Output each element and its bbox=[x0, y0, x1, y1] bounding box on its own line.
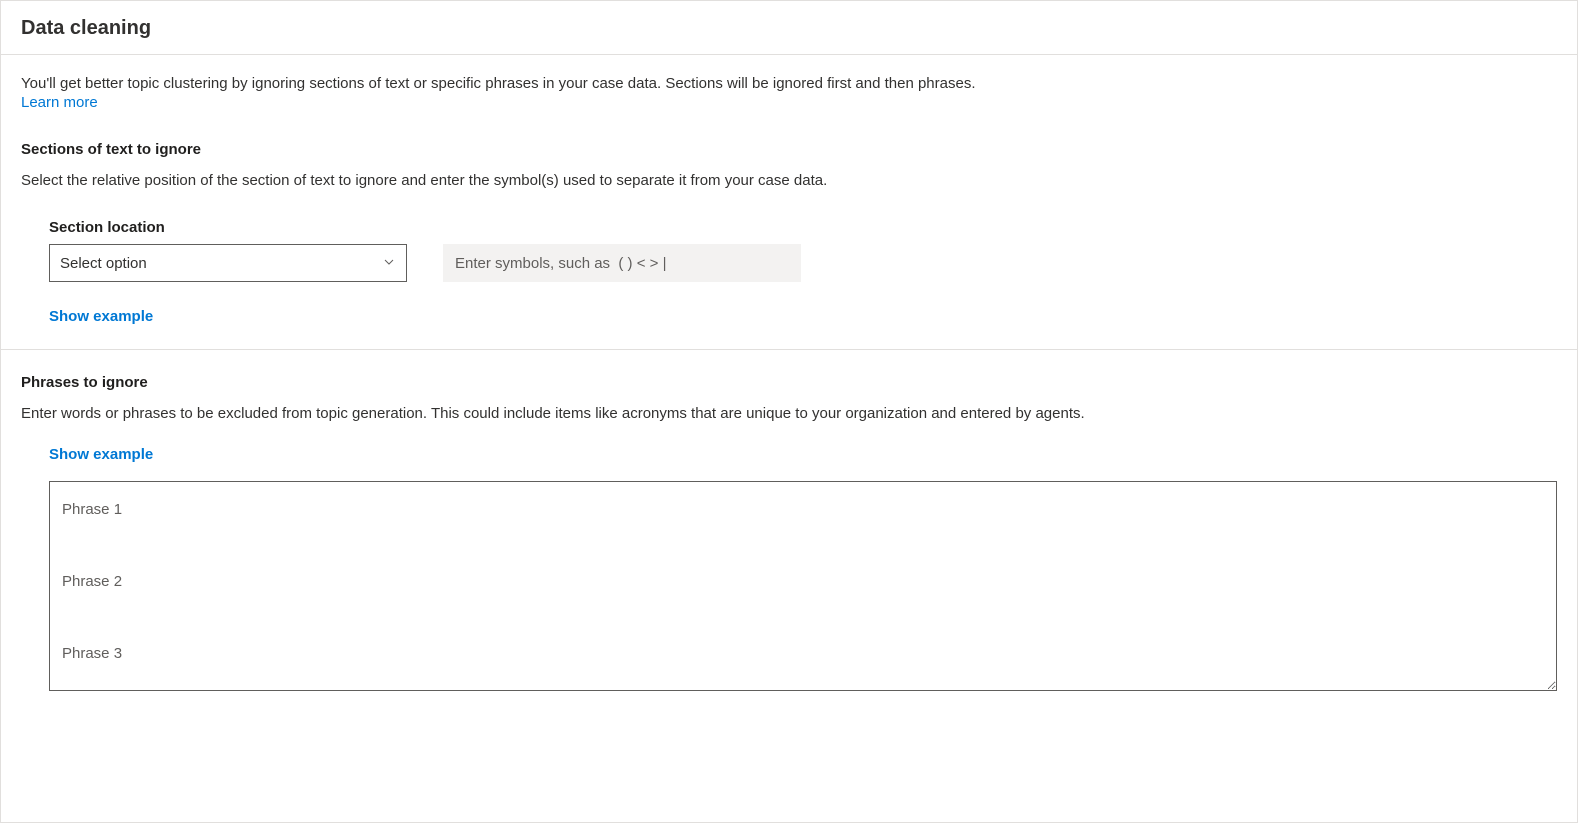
data-cleaning-panel: Data cleaning You'll get better topic cl… bbox=[0, 0, 1578, 823]
phrases-section: Phrases to ignore Enter words or phrases… bbox=[21, 350, 1557, 694]
section-location-label: Section location bbox=[49, 219, 1557, 236]
page-title: Data cleaning bbox=[21, 17, 1557, 40]
section-location-select[interactable]: Select option bbox=[49, 244, 407, 282]
symbols-input[interactable] bbox=[443, 244, 801, 282]
sections-show-example-link[interactable]: Show example bbox=[49, 308, 153, 325]
section-location-row: Select option bbox=[49, 244, 1557, 282]
phrases-heading: Phrases to ignore bbox=[21, 374, 1557, 391]
panel-header: Data cleaning bbox=[1, 1, 1577, 55]
panel-content: You'll get better topic clustering by ig… bbox=[1, 55, 1577, 712]
learn-more-link[interactable]: Learn more bbox=[21, 94, 98, 111]
section-location-select-wrapper: Select option bbox=[49, 244, 407, 282]
sections-heading: Sections of text to ignore bbox=[21, 141, 1557, 158]
phrases-description: Enter words or phrases to be excluded fr… bbox=[21, 403, 1301, 424]
sections-description: Select the relative position of the sect… bbox=[21, 170, 1557, 191]
section-location-field-group: Section location Select option bbox=[49, 219, 1557, 282]
phrases-show-example-link[interactable]: Show example bbox=[49, 446, 153, 463]
intro-text: You'll get better topic clustering by ig… bbox=[21, 73, 1557, 94]
phrases-textarea[interactable] bbox=[49, 481, 1557, 691]
